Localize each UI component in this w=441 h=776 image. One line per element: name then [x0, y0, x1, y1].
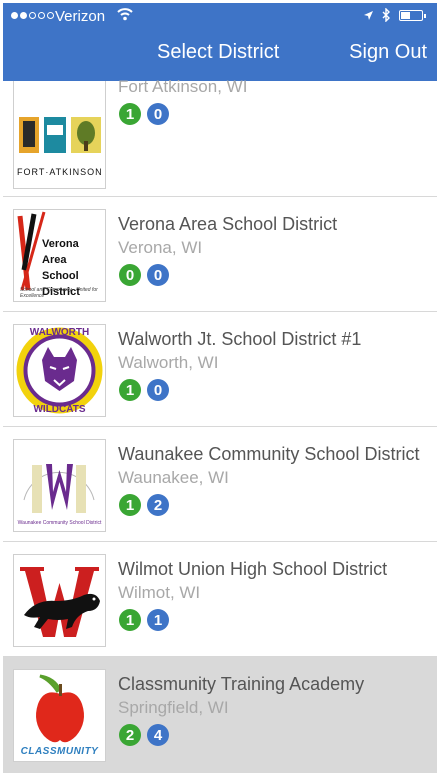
- blue-count-badge: 4: [147, 724, 169, 746]
- signal-strength-icon: [11, 12, 54, 19]
- district-name: Classmunity Training Academy: [118, 674, 365, 694]
- district-name: Walworth Jt. School District #1: [118, 329, 362, 349]
- blue-count-badge: 0: [147, 103, 169, 125]
- green-count-badge: 0: [119, 264, 141, 286]
- district-location: Waunakee, WI: [118, 468, 229, 487]
- district-logo: FORT·ATKINSON: [13, 81, 106, 189]
- district-location: Verona, WI: [118, 238, 203, 257]
- battery-icon: [399, 9, 426, 21]
- location-arrow-icon: [364, 10, 373, 20]
- district-logo-text: Waunakee Community School District: [17, 520, 102, 526]
- district-logo: [13, 554, 106, 647]
- district-location: Wilmot, WI: [118, 583, 201, 602]
- status-bar: Verizon: [3, 3, 437, 31]
- list-item[interactable]: WALWORTH WILDCATS Walworth Jt. School Di…: [3, 312, 437, 427]
- district-logo-bottom-text: WILDCATS: [33, 404, 86, 415]
- district-logo: WALWORTH WILDCATS: [13, 324, 106, 417]
- blue-count-badge: 2: [147, 494, 169, 516]
- walworth-wildcat-logo-icon: [16, 327, 103, 414]
- district-location: Fort Atkinson, WI: [118, 77, 248, 96]
- district-logo-subtext: School and Community - United for Excell…: [20, 287, 98, 299]
- page-title: Select District: [157, 41, 280, 63]
- blue-count-badge: 0: [147, 379, 169, 401]
- green-count-badge: 1: [119, 609, 141, 631]
- app-frame: Verizon Select District Sign Out FORT·AT…: [3, 3, 437, 773]
- district-logo: Waunakee Community School District: [13, 439, 106, 532]
- district-location: Springfield, WI: [118, 698, 229, 717]
- blue-count-badge: 1: [147, 609, 169, 631]
- list-item-selected[interactable]: CLASSMUNITY Classmunity Training Academy…: [3, 657, 437, 773]
- district-location: Walworth, WI: [118, 353, 219, 372]
- district-logo-top-text: WALWORTH: [29, 327, 90, 338]
- list-item[interactable]: Waunakee Community School District Wauna…: [3, 427, 437, 542]
- green-count-badge: 1: [119, 103, 141, 125]
- bluetooth-icon: [382, 8, 390, 22]
- district-logo-text: FORT·ATKINSON: [17, 167, 103, 177]
- list-item[interactable]: Wilmot Union High School District Wilmot…: [3, 542, 437, 657]
- district-logo: CLASSMUNITY: [13, 669, 106, 762]
- green-count-badge: 2: [119, 724, 141, 746]
- blue-count-badge: 0: [147, 264, 169, 286]
- list-item[interactable]: Verona Area School District School and C…: [3, 197, 437, 312]
- district-logo: Verona Area School District School and C…: [13, 209, 106, 302]
- list-item[interactable]: FORT·ATKINSON Fort Atkinson, WI 1 0: [3, 77, 437, 197]
- green-count-badge: 1: [119, 379, 141, 401]
- district-name: Wilmot Union High School District: [118, 559, 388, 579]
- district-name: Waunakee Community School District: [118, 444, 420, 464]
- carrier-label: Verizon: [55, 8, 106, 25]
- district-logo-text: CLASSMUNITY: [20, 746, 99, 757]
- district-name: Verona Area School District: [118, 214, 338, 234]
- sign-out-button[interactable]: Sign Out: [349, 41, 427, 64]
- wilmot-panther-logo-icon: [20, 567, 100, 637]
- wifi-icon: [117, 8, 133, 21]
- waunakee-logo-icon: [23, 464, 95, 513]
- green-count-badge: 1: [119, 494, 141, 516]
